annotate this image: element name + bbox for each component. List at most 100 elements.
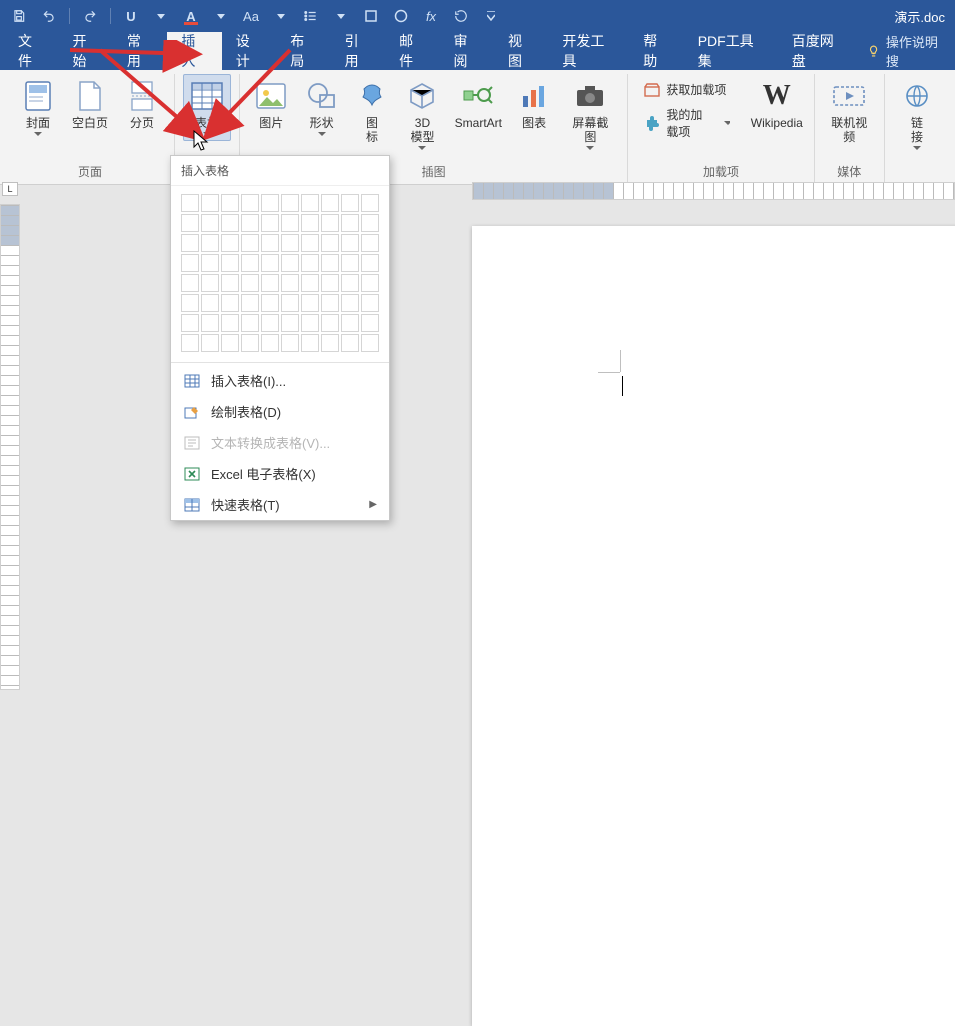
- grid-cell[interactable]: [301, 254, 319, 272]
- horizontal-ruler[interactable]: [472, 182, 955, 200]
- grid-cell[interactable]: [221, 294, 239, 312]
- grid-cell[interactable]: [361, 254, 379, 272]
- grid-cell[interactable]: [281, 194, 299, 212]
- tab-selector[interactable]: L: [2, 182, 18, 196]
- grid-cell[interactable]: [321, 254, 339, 272]
- document-page[interactable]: [472, 226, 955, 1026]
- grid-cell[interactable]: [181, 334, 199, 352]
- grid-cell[interactable]: [201, 254, 219, 272]
- grid-cell[interactable]: [301, 294, 319, 312]
- grid-cell[interactable]: [301, 194, 319, 212]
- tab-references[interactable]: 引用: [331, 32, 385, 70]
- link-button[interactable]: 链 接: [893, 74, 941, 155]
- grid-cell[interactable]: [221, 334, 239, 352]
- grid-cell[interactable]: [201, 234, 219, 252]
- grid-cell[interactable]: [281, 334, 299, 352]
- grid-cell[interactable]: [321, 334, 339, 352]
- tab-insert[interactable]: 插入: [167, 32, 221, 70]
- excel-spreadsheet-item[interactable]: Excel 电子表格(X): [171, 458, 389, 489]
- cover-page-button[interactable]: 封面: [14, 74, 62, 141]
- tab-review[interactable]: 审阅: [440, 32, 494, 70]
- grid-cell[interactable]: [341, 254, 359, 272]
- grid-cell[interactable]: [301, 334, 319, 352]
- online-video-button[interactable]: 联机视频: [823, 74, 876, 148]
- grid-cell[interactable]: [321, 214, 339, 232]
- grid-cell[interactable]: [281, 234, 299, 252]
- smartart-button[interactable]: SmartArt: [450, 74, 507, 134]
- grid-cell[interactable]: [341, 334, 359, 352]
- page-break-button[interactable]: 分页: [118, 74, 166, 134]
- grid-cell[interactable]: [241, 274, 259, 292]
- grid-cell[interactable]: [321, 314, 339, 332]
- grid-cell[interactable]: [241, 234, 259, 252]
- grid-cell[interactable]: [281, 294, 299, 312]
- grid-cell[interactable]: [241, 334, 259, 352]
- grid-cell[interactable]: [181, 214, 199, 232]
- shapes-button[interactable]: 形状: [298, 74, 344, 141]
- grid-cell[interactable]: [221, 314, 239, 332]
- tab-pdf[interactable]: PDF工具集: [684, 32, 778, 70]
- qa-dropdown-2[interactable]: [208, 4, 234, 28]
- grid-cell[interactable]: [281, 214, 299, 232]
- grid-cell[interactable]: [201, 294, 219, 312]
- tab-baidu[interactable]: 百度网盘: [778, 32, 859, 70]
- grid-cell[interactable]: [301, 214, 319, 232]
- grid-cell[interactable]: [201, 214, 219, 232]
- grid-cell[interactable]: [181, 294, 199, 312]
- grid-cell[interactable]: [361, 314, 379, 332]
- grid-cell[interactable]: [321, 274, 339, 292]
- grid-cell[interactable]: [241, 254, 259, 272]
- 3d-models-button[interactable]: 3D 模型: [399, 74, 445, 155]
- grid-cell[interactable]: [281, 254, 299, 272]
- grid-cell[interactable]: [241, 194, 259, 212]
- redo-icon[interactable]: [77, 4, 103, 28]
- draw-table-item[interactable]: 绘制表格(D): [171, 396, 389, 427]
- grid-cell[interactable]: [221, 274, 239, 292]
- table-size-grid[interactable]: [171, 186, 389, 360]
- grid-cell[interactable]: [301, 274, 319, 292]
- grid-cell[interactable]: [181, 234, 199, 252]
- font-color-button[interactable]: A: [178, 4, 204, 28]
- grid-cell[interactable]: [361, 294, 379, 312]
- grid-cell[interactable]: [341, 294, 359, 312]
- blank-page-button[interactable]: 空白页: [66, 74, 114, 134]
- qa-dropdown-4[interactable]: [328, 4, 354, 28]
- tab-home[interactable]: 开始: [58, 32, 112, 70]
- undo-icon[interactable]: [36, 4, 62, 28]
- grid-cell[interactable]: [201, 194, 219, 212]
- grid-cell[interactable]: [341, 214, 359, 232]
- formula-button[interactable]: fx: [418, 4, 444, 28]
- grid-cell[interactable]: [321, 194, 339, 212]
- grid-cell[interactable]: [261, 294, 279, 312]
- qa-dropdown-3[interactable]: [268, 4, 294, 28]
- grid-cell[interactable]: [341, 194, 359, 212]
- my-addins-button[interactable]: 我的加载项: [636, 103, 738, 143]
- screenshot-button[interactable]: 屏幕截图: [561, 74, 619, 155]
- grid-cell[interactable]: [181, 194, 199, 212]
- tab-file[interactable]: 文件: [4, 32, 58, 70]
- quick-tables-item[interactable]: 快速表格(T) ▶: [171, 489, 389, 520]
- grid-cell[interactable]: [361, 274, 379, 292]
- qa-dropdown-1[interactable]: [148, 4, 174, 28]
- grid-cell[interactable]: [201, 334, 219, 352]
- grid-cell[interactable]: [221, 214, 239, 232]
- tab-layout[interactable]: 布局: [276, 32, 330, 70]
- grid-cell[interactable]: [361, 194, 379, 212]
- grid-cell[interactable]: [181, 254, 199, 272]
- grid-cell[interactable]: [201, 314, 219, 332]
- grid-cell[interactable]: [261, 254, 279, 272]
- grid-cell[interactable]: [301, 234, 319, 252]
- grid-cell[interactable]: [321, 294, 339, 312]
- square-icon[interactable]: [358, 4, 384, 28]
- grid-cell[interactable]: [181, 274, 199, 292]
- grid-cell[interactable]: [221, 194, 239, 212]
- tell-me-search[interactable]: 操作说明搜: [859, 32, 955, 70]
- tab-help[interactable]: 帮助: [629, 32, 683, 70]
- grid-cell[interactable]: [241, 314, 259, 332]
- grid-cell[interactable]: [221, 234, 239, 252]
- change-case-button[interactable]: Aa: [238, 4, 264, 28]
- grid-cell[interactable]: [201, 274, 219, 292]
- vertical-ruler[interactable]: [0, 204, 20, 690]
- grid-cell[interactable]: [241, 294, 259, 312]
- tab-mailings[interactable]: 邮件: [385, 32, 439, 70]
